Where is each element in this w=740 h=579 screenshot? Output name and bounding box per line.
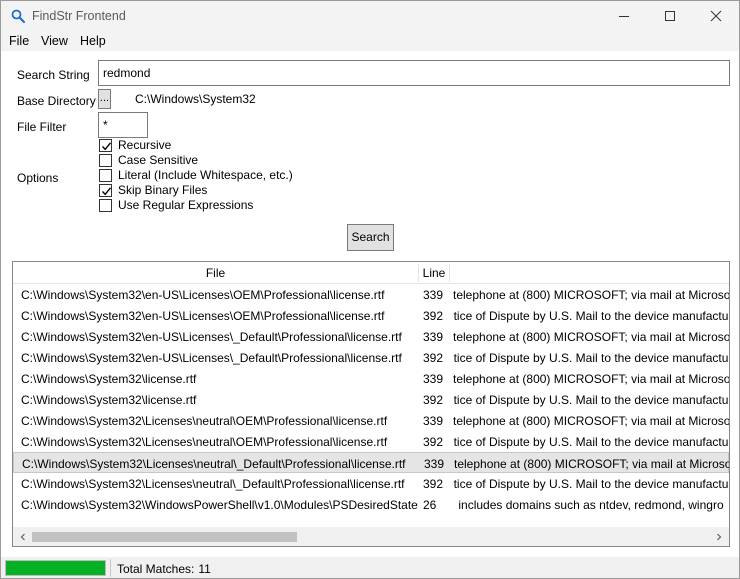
menu-view[interactable]: View (41, 34, 68, 48)
app-window: FindStr Frontend File View Help Search S… (0, 0, 740, 579)
cell-line: 392 (423, 393, 444, 407)
cell-line: 392 (423, 309, 444, 323)
cell-file: C:\Windows\System32\Licenses\neutral\OEM… (21, 414, 388, 428)
total-matches-value: 11 (198, 562, 211, 576)
menu-bar: File View Help (1, 31, 739, 51)
horizontal-scrollbar[interactable] (13, 527, 729, 546)
search-string-label: Search String (17, 68, 90, 82)
checkbox-box[interactable] (99, 154, 112, 167)
browse-button[interactable]: ... (98, 89, 111, 109)
cell-line: 339 (423, 372, 444, 386)
cell-text: telephone at (800) MICROSOFT; via mail a… (453, 414, 729, 428)
cell-line: 26 (423, 498, 437, 512)
cell-text: telephone at (800) MICROSOFT; via mail a… (454, 457, 730, 471)
checkbox-box[interactable] (99, 169, 112, 182)
title-bar[interactable]: FindStr Frontend (1, 1, 739, 31)
cell-file: C:\Windows\System32\WindowsPowerShell\v1… (21, 498, 418, 512)
progress-fill (6, 561, 105, 575)
table-row[interactable]: C:\Windows\System32\en-US\Licenses\_Defa… (13, 326, 729, 347)
status-separator (110, 559, 111, 577)
cell-text: telephone at (800) MICROSOFT; via mail a… (453, 288, 729, 302)
cell-file: C:\Windows\System32\en-US\Licenses\_Defa… (21, 351, 402, 365)
cell-text: tice of Dispute by U.S. Mail to the devi… (453, 393, 729, 407)
table-row[interactable]: C:\Windows\System32\en-US\Licenses\OEM\P… (13, 284, 729, 305)
results-table[interactable]: File Line C:\Windows\System32\en-US\Lice… (12, 261, 730, 547)
table-row[interactable]: C:\Windows\System32\en-US\Licenses\OEM\P… (13, 305, 729, 326)
cell-file: C:\Windows\System32\license.rtf (21, 393, 197, 407)
cell-file: C:\Windows\System32\en-US\Licenses\OEM\P… (21, 288, 385, 302)
chevron-right-icon[interactable] (714, 531, 724, 541)
window-title: FindStr Frontend (32, 9, 126, 23)
cell-line: 339 (423, 330, 444, 344)
minimize-icon (619, 16, 629, 17)
close-icon (710, 10, 722, 22)
cell-line: 339 (424, 457, 445, 471)
minimize-button[interactable] (601, 1, 647, 31)
total-matches: Total Matches: 11 (117, 562, 211, 576)
cell-file: C:\Windows\System32\en-US\Licenses\_Defa… (21, 330, 402, 344)
cell-file: C:\Windows\System32\Licenses\neutral\OEM… (21, 435, 388, 449)
checkbox-box[interactable] (99, 199, 112, 212)
table-row-selected[interactable]: C:\Windows\System32\Licenses\neutral\_De… (13, 452, 729, 473)
cell-text: includes domains such as ntdev, redmond,… (458, 498, 724, 512)
cell-line: 339 (423, 414, 444, 428)
cell-file: C:\Windows\System32\en-US\Licenses\OEM\P… (21, 309, 385, 323)
column-header-line[interactable]: Line (419, 262, 449, 284)
cell-line: 392 (423, 351, 444, 365)
checkmark-icon (101, 187, 112, 196)
maximize-icon (665, 11, 675, 21)
cell-line: 339 (423, 288, 444, 302)
cell-file: C:\Windows\System32\Licenses\neutral\_De… (22, 457, 406, 471)
table-header: File Line (13, 262, 729, 284)
checkbox-label: Recursive (118, 138, 172, 152)
cell-line: 392 (423, 435, 444, 449)
table-row[interactable]: C:\Windows\System32\en-US\Licenses\_Defa… (13, 347, 729, 368)
base-directory-label: Base Directory (17, 94, 96, 108)
status-bar: Total Matches: 11 (1, 557, 739, 578)
cell-file: C:\Windows\System32\license.rtf (21, 372, 197, 386)
checkbox-label: Use Regular Expressions (118, 198, 254, 212)
table-row[interactable]: C:\Windows\System32\license.rtf 339 tele… (13, 368, 729, 389)
scrollbar-thumb[interactable] (32, 532, 297, 542)
cell-text: tice of Dispute by U.S. Mail to the devi… (453, 309, 729, 323)
checkmark-icon (101, 142, 112, 151)
total-matches-label: Total Matches: (117, 562, 195, 576)
cell-text: tice of Dispute by U.S. Mail to the devi… (453, 477, 729, 491)
checkbox-box[interactable] (99, 184, 112, 197)
cell-file: C:\Windows\System32\Licenses\neutral\_De… (21, 477, 405, 491)
file-filter-input[interactable] (98, 112, 148, 138)
cell-text: telephone at (800) MICROSOFT; via mail a… (453, 372, 729, 386)
chevron-left-icon[interactable] (18, 531, 28, 541)
menu-help[interactable]: Help (80, 34, 106, 48)
checkbox-label: Case Sensitive (118, 153, 199, 167)
file-filter-label: File Filter (17, 120, 67, 134)
base-directory-value: C:\Windows\System32 (135, 92, 256, 106)
table-body: C:\Windows\System32\en-US\Licenses\OEM\P… (13, 284, 729, 515)
menu-file[interactable]: File (9, 34, 29, 48)
table-row[interactable]: C:\Windows\System32\Licenses\neutral\OEM… (13, 431, 729, 452)
close-button[interactable] (693, 1, 739, 31)
search-input[interactable] (98, 60, 730, 86)
cell-text: tice of Dispute by U.S. Mail to the devi… (453, 435, 729, 449)
table-row[interactable]: C:\Windows\System32\license.rtf 392 tice… (13, 389, 729, 410)
search-icon (11, 9, 25, 23)
table-row[interactable]: C:\Windows\System32\Licenses\neutral\_De… (13, 473, 729, 494)
search-button[interactable]: Search (347, 224, 394, 251)
options-label: Options (17, 171, 59, 185)
maximize-button[interactable] (647, 1, 693, 31)
column-header-file[interactable]: File (13, 262, 418, 284)
column-header-text[interactable] (450, 262, 729, 284)
table-row[interactable]: C:\Windows\System32\Licenses\neutral\OEM… (13, 410, 729, 431)
checkbox-box[interactable] (99, 139, 112, 152)
cell-text: tice of Dispute by U.S. Mail to the devi… (453, 351, 729, 365)
cell-line: 392 (423, 477, 444, 491)
checkbox-label: Literal (Include Whitespace, etc.) (118, 168, 293, 182)
checkbox-label: Skip Binary Files (118, 183, 208, 197)
progress-bar (5, 560, 106, 576)
table-row[interactable]: C:\Windows\System32\WindowsPowerShell\v1… (13, 494, 729, 515)
cell-text: telephone at (800) MICROSOFT; via mail a… (453, 330, 729, 344)
